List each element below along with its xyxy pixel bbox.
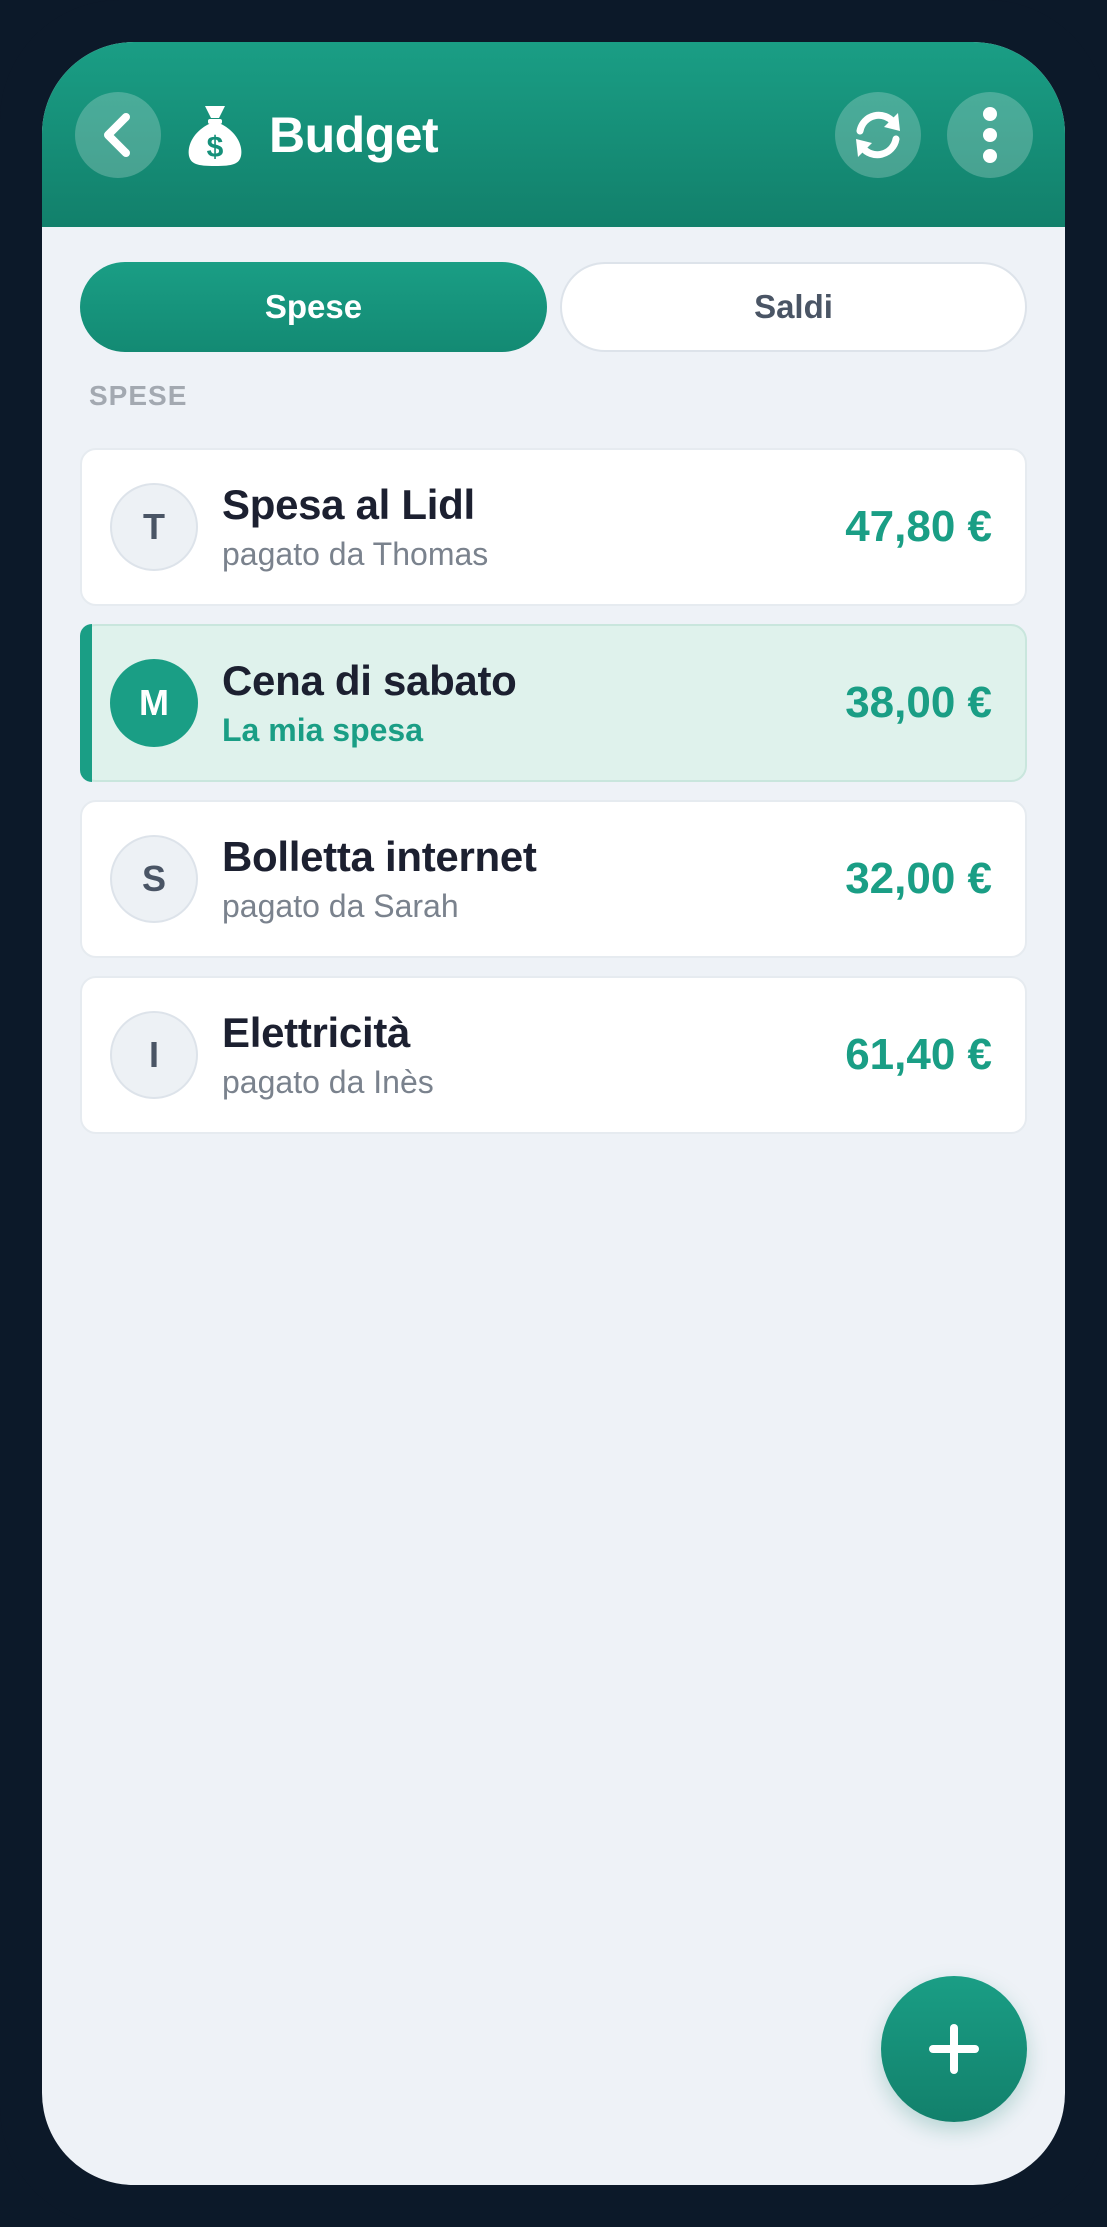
app-screen: $ Budget Spese Saldi SPESE T Spesa al Li… bbox=[42, 42, 1065, 2185]
avatar: M bbox=[110, 659, 198, 747]
expense-title: Elettricità bbox=[222, 1009, 411, 1056]
plus-icon bbox=[929, 2024, 979, 2074]
expense-payer: pagato da Inès bbox=[222, 1064, 434, 1100]
phone-frame: $ Budget Spese Saldi SPESE T Spesa al Li… bbox=[0, 0, 1107, 2227]
avatar: T bbox=[110, 483, 198, 571]
expense-item-mine[interactable]: M Cena di sabato La mia spesa 38,00 € bbox=[80, 624, 1027, 782]
expense-item[interactable]: I Elettricità pagato da Inès 61,40 € bbox=[80, 976, 1027, 1134]
expense-text: Spesa al Lidl pagato da Thomas bbox=[222, 480, 845, 574]
refresh-button[interactable] bbox=[835, 91, 921, 178]
refresh-icon bbox=[856, 111, 900, 158]
avatar: S bbox=[110, 835, 198, 923]
expense-amount: 61,40 € bbox=[845, 1030, 992, 1079]
expense-title: Cena di sabato bbox=[222, 657, 517, 704]
app-header: $ Budget bbox=[42, 42, 1065, 227]
expense-payer: La mia spesa bbox=[222, 712, 423, 748]
more-vertical-icon bbox=[983, 106, 997, 163]
expense-amount: 32,00 € bbox=[845, 854, 992, 903]
svg-text:$: $ bbox=[207, 131, 224, 164]
expense-text: Elettricità pagato da Inès bbox=[222, 1008, 845, 1102]
expense-text: Bolletta internet pagato da Sarah bbox=[222, 832, 845, 926]
section-label: SPESE bbox=[89, 380, 188, 411]
expense-list: T Spesa al Lidl pagato da Thomas 47,80 €… bbox=[80, 448, 1027, 1152]
chevron-left-icon bbox=[104, 112, 130, 157]
segmented-control: Spese Saldi bbox=[80, 262, 1027, 352]
expense-amount: 38,00 € bbox=[845, 678, 992, 727]
money-bag-icon: $ bbox=[188, 105, 242, 166]
avatar: I bbox=[110, 1011, 198, 1099]
more-menu-button[interactable] bbox=[947, 91, 1033, 178]
tab-spese[interactable]: Spese bbox=[80, 262, 547, 352]
expense-item[interactable]: T Spesa al Lidl pagato da Thomas 47,80 € bbox=[80, 448, 1027, 606]
expense-amount: 47,80 € bbox=[845, 502, 992, 551]
add-expense-button[interactable] bbox=[881, 1976, 1027, 2122]
expense-item[interactable]: S Bolletta internet pagato da Sarah 32,0… bbox=[80, 800, 1027, 958]
expense-title: Bolletta internet bbox=[222, 833, 537, 880]
tab-saldi[interactable]: Saldi bbox=[560, 262, 1027, 352]
expense-text: Cena di sabato La mia spesa bbox=[222, 656, 845, 750]
page-title: Budget bbox=[269, 106, 439, 163]
expense-payer: pagato da Sarah bbox=[222, 888, 459, 924]
expense-title: Spesa al Lidl bbox=[222, 481, 475, 528]
back-button[interactable] bbox=[75, 91, 161, 178]
expense-payer: pagato da Thomas bbox=[222, 536, 489, 572]
